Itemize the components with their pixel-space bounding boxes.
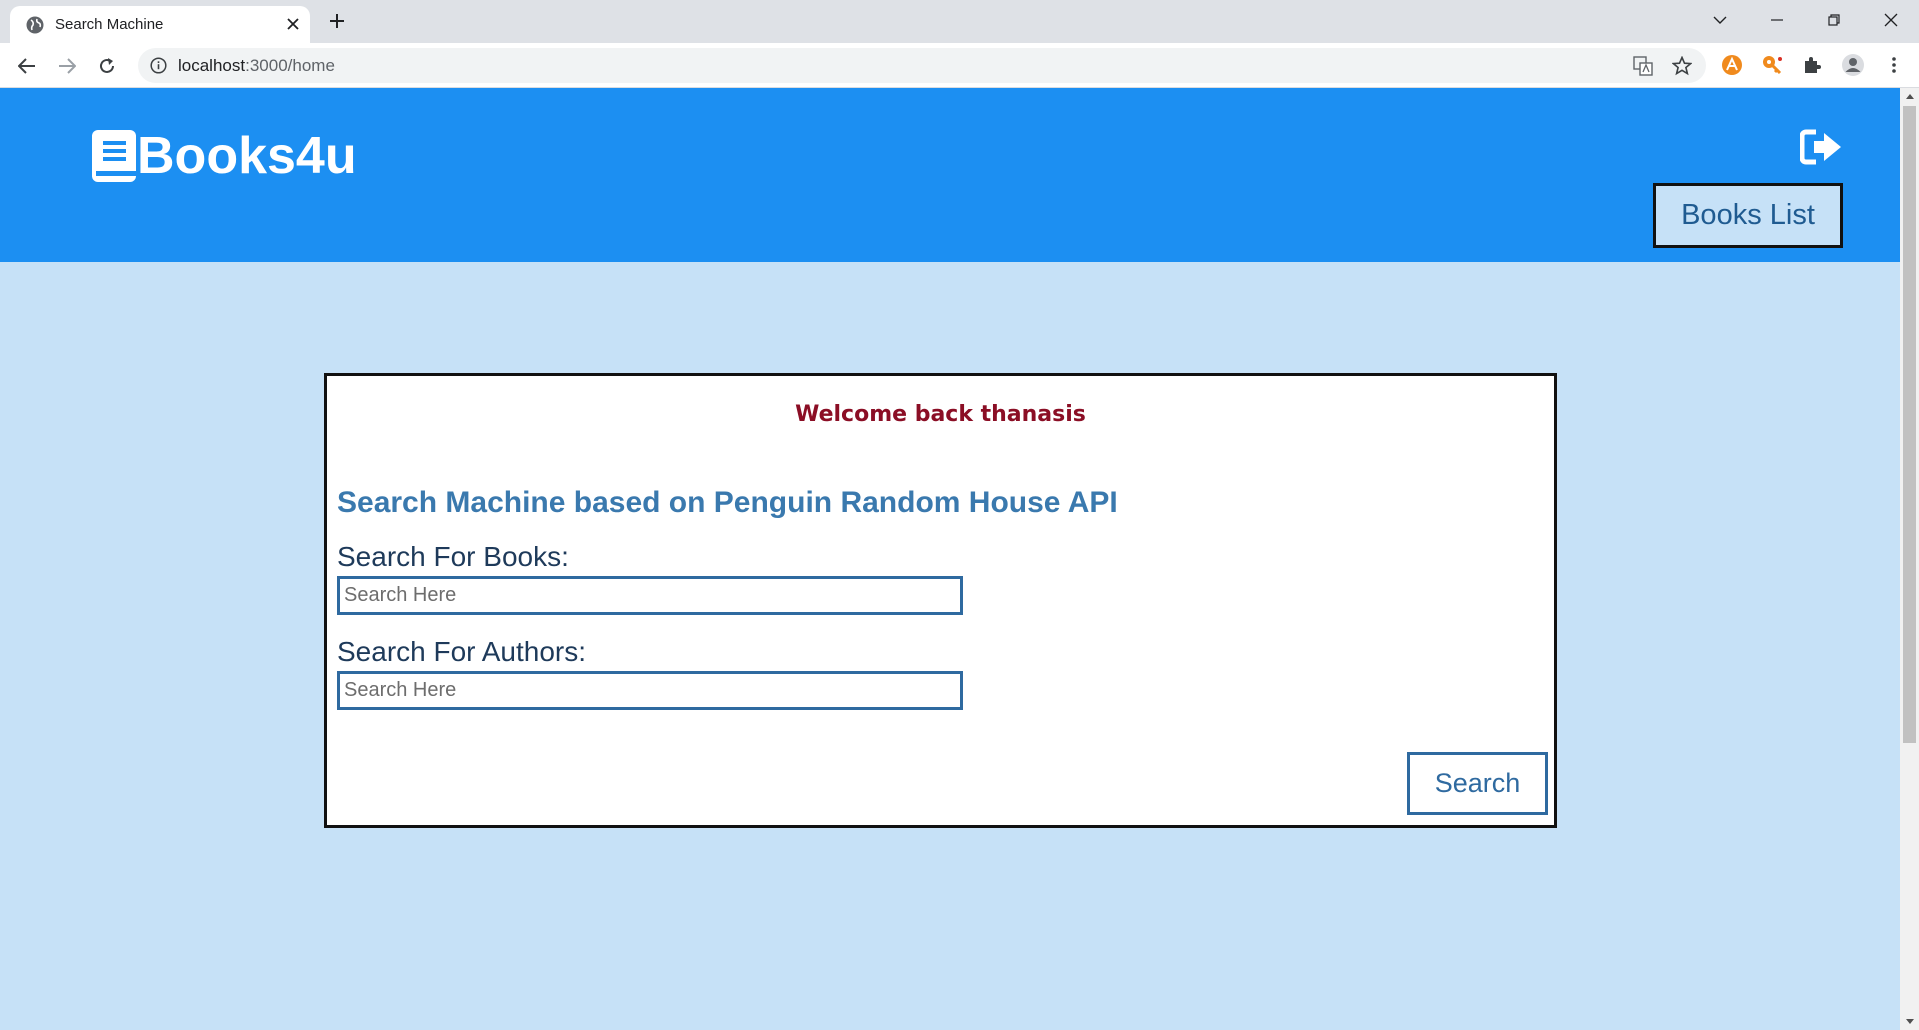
scrollbar-thumb[interactable] — [1903, 106, 1916, 743]
scroll-down-arrow-icon[interactable] — [1900, 1013, 1919, 1030]
scroll-up-arrow-icon[interactable] — [1900, 88, 1919, 105]
tab-title: Search Machine — [55, 16, 164, 33]
bookmark-star-icon[interactable] — [1671, 55, 1693, 77]
close-tab-icon[interactable] — [282, 13, 304, 35]
minimize-icon[interactable] — [1757, 6, 1797, 34]
restore-icon[interactable] — [1814, 6, 1854, 34]
profile-avatar-icon[interactable] — [1840, 52, 1866, 78]
page-scrollbar[interactable] — [1900, 88, 1919, 1030]
translate-icon[interactable] — [1632, 55, 1654, 77]
browser-toolbar: localhost:3000/home — [0, 43, 1919, 88]
tab-strip: Search Machine — [0, 0, 1919, 43]
authors-search-input[interactable] — [337, 671, 963, 710]
logo-text: Books4u — [137, 127, 357, 185]
url-text: localhost:3000/home — [178, 56, 335, 76]
authors-search-label: Search For Authors: — [337, 636, 587, 667]
close-window-icon[interactable] — [1871, 6, 1911, 34]
tab-search-icon[interactable] — [1700, 6, 1740, 34]
extension-orange-icon[interactable] — [1719, 52, 1745, 78]
address-bar[interactable]: localhost:3000/home — [138, 48, 1706, 83]
url-path: :3000/home — [245, 56, 335, 75]
forward-icon[interactable] — [53, 52, 81, 80]
card-title: Search Machine based on Penguin Random H… — [337, 486, 1118, 519]
extension-key-icon[interactable] — [1759, 52, 1785, 78]
globe-icon — [26, 16, 44, 34]
new-tab-icon[interactable] — [324, 8, 350, 34]
menu-kebab-icon[interactable] — [1881, 52, 1907, 78]
search-card: Welcome back thanasis Search Machine bas… — [324, 373, 1557, 828]
books-list-button[interactable]: Books List — [1653, 183, 1843, 248]
page-viewport: Books4u Books List Welcome back thanasis… — [0, 88, 1900, 1030]
back-icon[interactable] — [13, 52, 41, 80]
reload-icon[interactable] — [93, 52, 121, 80]
welcome-message: Welcome back thanasis — [795, 402, 1086, 427]
info-icon[interactable] — [150, 57, 167, 74]
logout-icon[interactable] — [1800, 128, 1844, 166]
search-button[interactable]: Search — [1407, 752, 1548, 815]
browser-tab[interactable]: Search Machine — [10, 6, 310, 43]
books-search-label: Search For Books: — [337, 541, 569, 572]
books-search-input[interactable] — [337, 576, 963, 615]
url-host: localhost — [178, 56, 246, 75]
book-icon — [92, 130, 136, 182]
site-header: Books4u Books List — [0, 88, 1900, 262]
extensions-puzzle-icon[interactable] — [1799, 52, 1825, 78]
site-logo[interactable]: Books4u — [92, 126, 357, 186]
